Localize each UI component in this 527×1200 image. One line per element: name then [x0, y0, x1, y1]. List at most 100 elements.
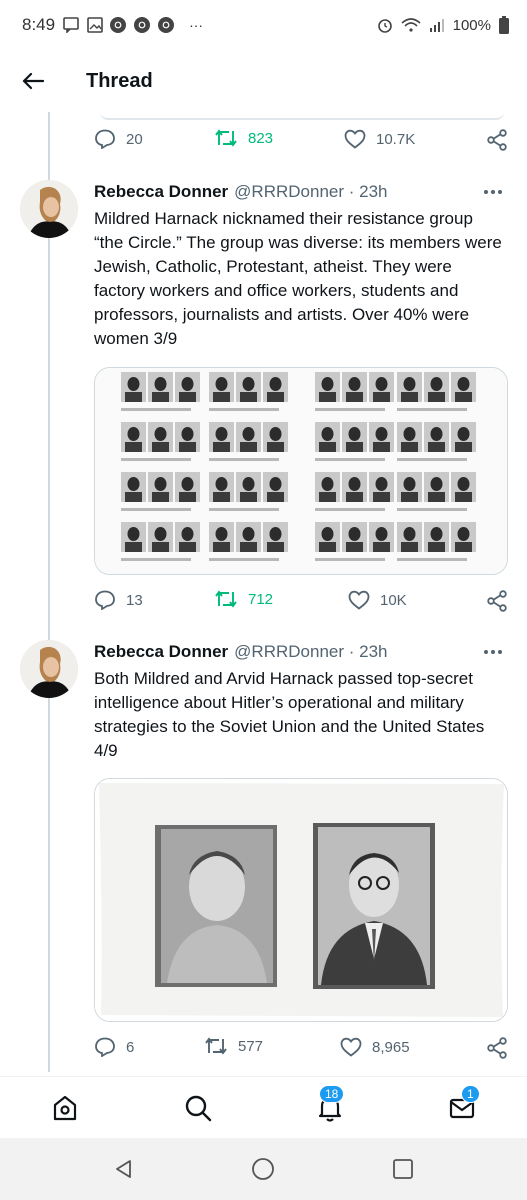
- like-count: 10.7K: [376, 130, 416, 148]
- reply-count: 6: [126, 1038, 135, 1056]
- mugshot-head: [242, 377, 255, 391]
- share-icon: [487, 129, 507, 151]
- back-button[interactable]: [10, 58, 56, 104]
- mugshot-body: [373, 542, 390, 552]
- mugshot-head: [375, 477, 388, 491]
- author-name[interactable]: Rebecca Donner: [94, 182, 228, 202]
- mugshot-body: [428, 542, 445, 552]
- mugshot-caption: [397, 458, 467, 461]
- mugshot-body: [179, 542, 196, 552]
- more-options-button[interactable]: [481, 182, 505, 202]
- mugshot-head: [348, 477, 361, 491]
- battery-text: 100%: [452, 16, 491, 34]
- mugshot-head: [215, 377, 228, 391]
- tweet-media-image[interactable]: [94, 367, 508, 575]
- system-status: 100%: [377, 16, 509, 34]
- mugshot-body: [179, 392, 196, 402]
- mugshot-head: [403, 477, 416, 491]
- mugshot-body: [319, 542, 336, 552]
- nav-home[interactable]: [48, 1091, 82, 1125]
- mugshot-body: [455, 442, 472, 452]
- mugshot-body: [428, 442, 445, 452]
- alarm-icon: [377, 19, 392, 33]
- mugshot-head: [430, 527, 443, 541]
- mugshot-head: [321, 527, 334, 541]
- share-button[interactable]: [486, 1037, 508, 1059]
- mugshot-body: [428, 492, 445, 502]
- share-button[interactable]: [486, 590, 508, 612]
- square-recents-icon: [393, 1159, 413, 1179]
- like-button[interactable]: 8,965: [340, 1037, 410, 1057]
- system-recents-button[interactable]: [391, 1157, 415, 1181]
- message-notification-icon: [63, 17, 79, 33]
- arrow-left-icon: [22, 72, 44, 90]
- circle-home-icon: [252, 1158, 274, 1180]
- like-button[interactable]: 10K: [348, 590, 407, 610]
- mugshot-body: [319, 392, 336, 402]
- tweet-avatar[interactable]: [20, 640, 78, 698]
- mugshot-head: [215, 477, 228, 491]
- mugshot-head: [154, 377, 167, 391]
- mugshot-head: [154, 477, 167, 491]
- status-bar: 8:49 ··· 100%: [0, 0, 527, 50]
- mugshot-caption: [209, 408, 279, 411]
- mugshot-head: [181, 477, 194, 491]
- mugshot-body: [152, 492, 169, 502]
- share-button[interactable]: [486, 129, 508, 151]
- system-home-button[interactable]: [251, 1157, 275, 1181]
- more-options-button[interactable]: [481, 642, 505, 662]
- author-handle: @RRRDonner · 23h: [234, 182, 388, 201]
- reply-button[interactable]: 20: [94, 129, 143, 149]
- mugshot-head: [403, 427, 416, 441]
- tweet-media-image[interactable]: [94, 778, 508, 1022]
- mugshot-head: [127, 477, 140, 491]
- mugshot-caption: [209, 458, 279, 461]
- retweet-count: 712: [248, 590, 274, 608]
- retweet-button[interactable]: 577: [204, 1037, 263, 1055]
- mugshot-head: [457, 477, 470, 491]
- tweet-avatar[interactable]: [20, 180, 78, 238]
- author-name[interactable]: Rebecca Donner: [94, 642, 228, 662]
- mugshot-head: [127, 527, 140, 541]
- portrait-mildred: [155, 825, 277, 987]
- nav-notifications[interactable]: 18: [313, 1085, 347, 1125]
- mugshot-caption: [315, 558, 385, 561]
- mugshot-head: [242, 477, 255, 491]
- heart-icon: [340, 1037, 362, 1057]
- mugshot-body: [401, 392, 418, 402]
- reply-button[interactable]: 13: [94, 590, 143, 610]
- mugshot-body: [401, 492, 418, 502]
- mugshot-head: [321, 377, 334, 391]
- mugshot-caption: [209, 508, 279, 511]
- mugshot-caption: [397, 408, 467, 411]
- mugshot-head: [430, 377, 443, 391]
- system-navigation: [0, 1138, 527, 1200]
- mugshot-head: [242, 427, 255, 441]
- mugshot-body: [179, 442, 196, 452]
- mugshot-body: [267, 442, 284, 452]
- triangle-back-icon: [116, 1160, 131, 1178]
- mugshot-body: [346, 442, 363, 452]
- system-back-button[interactable]: [111, 1157, 135, 1181]
- mugshot-caption: [397, 508, 467, 511]
- nav-messages[interactable]: 1: [445, 1085, 480, 1125]
- retweet-button[interactable]: 712: [214, 590, 273, 608]
- mugshot-head: [457, 527, 470, 541]
- like-button[interactable]: 10.7K: [344, 129, 415, 149]
- mugshot-caption: [209, 558, 279, 561]
- nav-search[interactable]: [181, 1091, 215, 1125]
- reply-button[interactable]: 6: [94, 1037, 134, 1057]
- mugshot-body: [428, 392, 445, 402]
- mugshot-head: [269, 427, 282, 441]
- mugshot-body: [346, 492, 363, 502]
- avatar-photo: [20, 640, 78, 698]
- more-horizontal-icon: [484, 650, 502, 654]
- mugshot-body: [240, 392, 257, 402]
- mugshot-caption: [121, 408, 191, 411]
- mugshot-head: [215, 427, 228, 441]
- mugshot-body: [152, 392, 169, 402]
- mugshot-caption: [121, 558, 191, 561]
- retweet-button[interactable]: 823: [214, 129, 273, 147]
- mugshot-head: [457, 377, 470, 391]
- mugshot-head: [403, 527, 416, 541]
